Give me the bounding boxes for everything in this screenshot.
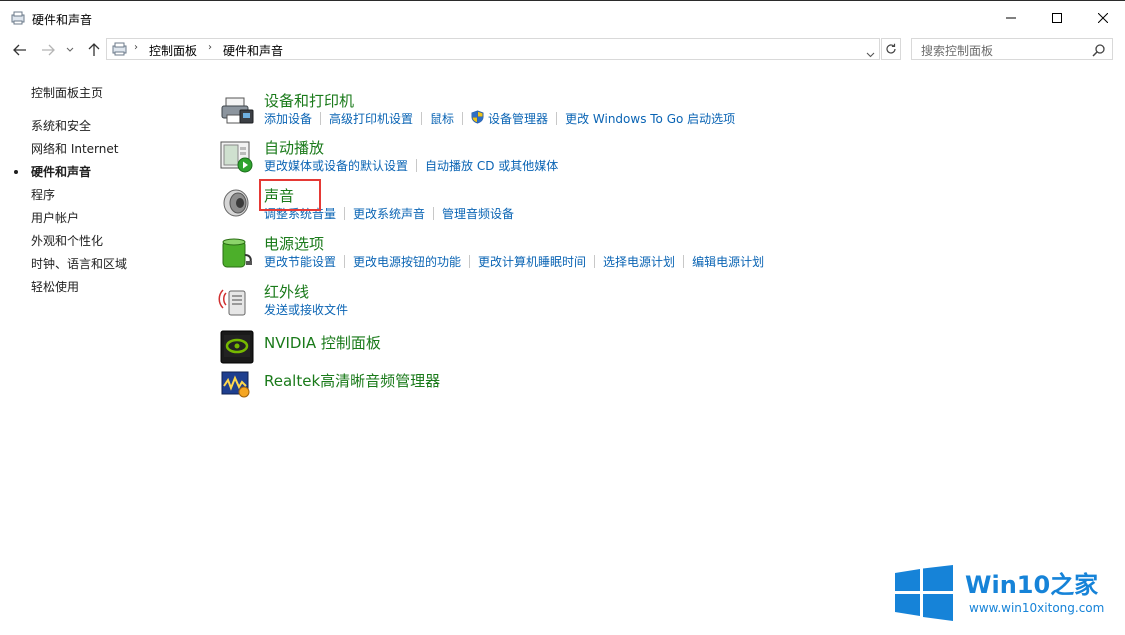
chevron-right-icon: › [208, 42, 212, 53]
link-separator [320, 112, 322, 125]
control-panel-icon [10, 10, 26, 26]
category-title[interactable]: 电源选项 [264, 233, 324, 254]
forward-button[interactable] [38, 40, 58, 60]
category-title[interactable]: 自动播放 [264, 137, 324, 158]
left-nav-user-accounts[interactable]: 用户帐户 [31, 209, 79, 226]
realtek-icon [218, 368, 256, 404]
refresh-button[interactable] [881, 38, 901, 60]
link-choose-power-plan[interactable]: 选择电源计划 [603, 253, 675, 270]
link-separator [594, 255, 596, 268]
nvidia-icon [218, 330, 256, 366]
link-separator [344, 207, 346, 220]
link-sleep-time[interactable]: 更改计算机睡眠时间 [478, 253, 586, 270]
category-links: 更改节能设置 更改电源按钮的功能 更改计算机睡眠时间 选择电源计划 编辑电源计划 [264, 253, 764, 270]
search-placeholder: 搜索控制面板 [921, 44, 994, 58]
arrow-up-icon [88, 43, 100, 56]
infrared-icon [218, 285, 256, 321]
category-links: 更改媒体或设备的默认设置 自动播放 CD 或其他媒体 [264, 157, 558, 174]
close-button[interactable] [1080, 2, 1125, 34]
link-separator [416, 159, 418, 172]
close-icon [1098, 13, 1108, 23]
link-separator [462, 112, 464, 125]
control-panel-icon [111, 41, 129, 57]
autoplay-icon [218, 141, 256, 177]
chevron-right-icon: › [134, 42, 138, 53]
title-bar: 硬件和声音 [0, 1, 1125, 35]
minimize-button[interactable] [988, 2, 1034, 34]
watermark-title-suffix: 之家 [1050, 571, 1099, 599]
category-title[interactable]: NVIDIA 控制面板 [264, 332, 381, 353]
category-title[interactable]: Realtek高清晰音频管理器 [264, 370, 440, 391]
speaker-icon [218, 189, 256, 225]
left-nav-system-security[interactable]: 系统和安全 [31, 117, 91, 134]
back-button[interactable] [10, 40, 30, 60]
left-nav-network-internet[interactable]: 网络和 Internet [31, 140, 118, 157]
minimize-icon [1006, 17, 1016, 19]
up-button[interactable] [84, 40, 104, 60]
recent-locations-button[interactable] [64, 40, 76, 60]
link-windows-to-go[interactable]: 更改 Windows To Go 启动选项 [565, 110, 735, 127]
left-nav-appearance[interactable]: 外观和个性化 [31, 232, 103, 249]
category-title[interactable]: 设备和打印机 [264, 90, 354, 111]
maximize-icon [1052, 13, 1062, 23]
search-icon[interactable] [1092, 42, 1106, 61]
power-icon [218, 237, 256, 273]
refresh-icon [886, 43, 896, 54]
watermark-url: www.win10xitong.com [969, 601, 1105, 615]
left-nav-programs[interactable]: 程序 [31, 186, 55, 203]
watermark-title: Win10之家 [965, 565, 1098, 600]
search-input[interactable]: 搜索控制面板 [911, 38, 1113, 60]
link-device-manager[interactable]: 设备管理器 [488, 110, 548, 127]
link-mouse[interactable]: 鼠标 [430, 110, 454, 127]
link-power-button-function[interactable]: 更改电源按钮的功能 [353, 253, 461, 270]
windows-logo-icon [893, 565, 955, 621]
chevron-down-icon [866, 52, 875, 58]
shield-icon [471, 110, 484, 127]
link-send-receive-files[interactable]: 发送或接收文件 [264, 301, 348, 318]
link-advanced-printer-settings[interactable]: 高级打印机设置 [329, 110, 413, 127]
left-nav-hardware-sound[interactable]: 硬件和声音 [31, 163, 91, 180]
link-separator [344, 255, 346, 268]
left-nav-ease-of-access[interactable]: 轻松使用 [31, 278, 79, 295]
category-links: 发送或接收文件 [264, 301, 348, 318]
link-manage-audio-devices[interactable]: 管理音频设备 [442, 205, 514, 222]
left-nav-control-panel-home[interactable]: 控制面板主页 [31, 84, 103, 101]
category-title[interactable]: 红外线 [264, 281, 309, 302]
left-nav-clock-region[interactable]: 时钟、语言和区域 [31, 255, 127, 272]
link-change-system-sounds[interactable]: 更改系统声音 [353, 205, 425, 222]
window-title: 硬件和声音 [32, 13, 93, 27]
watermark-title-main: Win10 [965, 571, 1051, 599]
link-separator [469, 255, 471, 268]
link-separator [421, 112, 423, 125]
breadcrumb-control-panel[interactable]: 控制面板 [149, 42, 197, 59]
arrow-left-icon [13, 44, 26, 56]
breadcrumb-hardware-sound[interactable]: 硬件和声音 [223, 42, 283, 59]
link-change-power-saving[interactable]: 更改节能设置 [264, 253, 336, 270]
category-links: 添加设备 高级打印机设置 鼠标 设备管理器 更改 Windows To Go 启… [264, 110, 735, 127]
printer-icon [218, 94, 256, 130]
link-change-default-settings[interactable]: 更改媒体或设备的默认设置 [264, 157, 408, 174]
link-separator [683, 255, 685, 268]
navigation-bar: › 控制面板 › 硬件和声音 搜索控制面板 [0, 36, 1125, 64]
address-dropdown-button[interactable] [866, 43, 875, 62]
link-separator [556, 112, 558, 125]
active-indicator [14, 170, 18, 174]
link-add-device[interactable]: 添加设备 [264, 110, 312, 127]
sound-highlight-box [259, 179, 321, 211]
arrow-right-icon [42, 44, 55, 56]
chevron-down-icon [66, 47, 74, 52]
link-edit-power-plan[interactable]: 编辑电源计划 [692, 253, 764, 270]
link-autoplay-cd[interactable]: 自动播放 CD 或其他媒体 [425, 157, 558, 174]
maximize-button[interactable] [1034, 2, 1080, 34]
address-bar[interactable]: › 控制面板 › 硬件和声音 [106, 38, 880, 60]
link-separator [433, 207, 435, 220]
